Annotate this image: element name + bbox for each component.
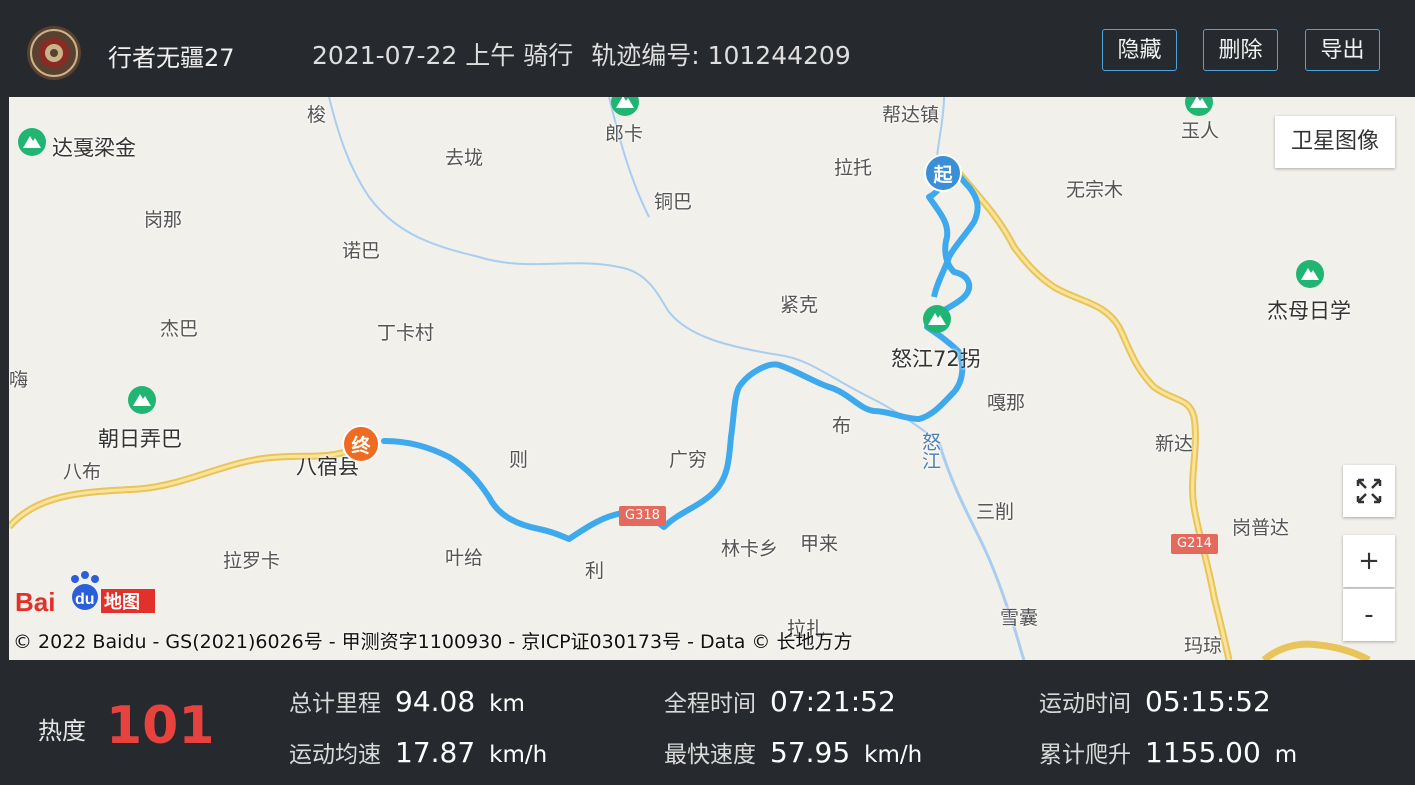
svg-text:Bai: Bai: [15, 587, 55, 617]
place-label: 达戛梁金: [52, 136, 136, 160]
stat-unit: km: [489, 691, 525, 717]
track-id: 101244209: [707, 41, 851, 70]
place-label: 八布: [63, 461, 102, 483]
stat-elevation-gain: 累计爬升 1155.00 m: [1039, 735, 1297, 769]
place-label: 岗普达: [1232, 517, 1290, 539]
zoom-out-button[interactable]: -: [1343, 589, 1395, 641]
place-label: 去垅: [445, 147, 484, 169]
place-label: 朝日弄巴: [98, 427, 182, 451]
stats-panel: 热度 101 总计里程 94.08 km 全程时间 07:21:52 运动时间 05:1…: [9, 660, 1415, 785]
place-label: 帮达镇: [882, 104, 940, 126]
stat-value: 1155.00: [1145, 736, 1261, 769]
map-copyright: © 2022 Baidu - GS(2021)6026号 - 甲测资字11009…: [13, 631, 853, 653]
place-label: 雪囊: [1000, 607, 1039, 629]
user-name[interactable]: 行者无疆27: [108, 38, 235, 73]
svg-text:du: du: [75, 591, 95, 608]
hide-button[interactable]: 隐藏: [1102, 29, 1177, 71]
track-period: 上午: [465, 41, 516, 70]
stat-unit: km/h: [489, 742, 548, 768]
stat-total-distance: 总计里程 94.08 km: [289, 684, 525, 718]
svg-text:地图: 地图: [104, 591, 140, 613]
baidu-map-logo[interactable]: Bai du 地图: [13, 567, 158, 619]
satellite-view-button[interactable]: 卫星图像: [1275, 116, 1395, 168]
river-label: 怒江: [919, 432, 941, 470]
road-badge-g214: G214: [1171, 534, 1218, 554]
place-label: 紧克: [780, 294, 819, 316]
place-label: 叶给: [445, 547, 484, 569]
place-label: 嗨: [9, 369, 29, 391]
stat-label: 运动时间: [1039, 691, 1131, 717]
place-label: 拉罗卡: [223, 550, 281, 572]
place-label: 梭: [307, 104, 327, 126]
user-avatar[interactable]: [26, 25, 82, 81]
stat-value: 05:15:52: [1145, 685, 1271, 718]
heat-label: 热度: [38, 717, 86, 745]
zoom-in-button[interactable]: +: [1343, 535, 1395, 587]
place-label: 丁卡村: [377, 322, 435, 344]
place-label: 无宗木: [1066, 179, 1124, 201]
end-marker[interactable]: 终: [342, 425, 380, 463]
mountain-poi-icon[interactable]: [1295, 259, 1325, 289]
stat-label: 运动均速: [289, 742, 381, 768]
place-label: 嘎那: [987, 392, 1026, 414]
mountain-poi-icon[interactable]: [922, 304, 952, 334]
place-label: 玉人: [1181, 120, 1220, 142]
mountain-poi-icon[interactable]: [610, 97, 640, 117]
delete-button[interactable]: 删除: [1203, 29, 1278, 71]
map-base-layer: [9, 97, 1371, 660]
place-label: 拉托: [834, 157, 873, 179]
stat-label: 全程时间: [664, 691, 756, 717]
stat-moving-time: 运动时间 05:15:52: [1039, 684, 1271, 718]
place-label: 新达: [1155, 433, 1194, 455]
mountain-poi-icon[interactable]: [127, 385, 157, 415]
activity-type: 骑行: [523, 41, 574, 70]
stat-total-time: 全程时间 07:21:52: [664, 684, 896, 718]
stat-unit: km/h: [864, 742, 923, 768]
place-label: 则: [509, 449, 529, 471]
stat-label: 累计爬升: [1039, 742, 1131, 768]
place-label: 杰母日学: [1267, 299, 1351, 323]
place-label: 诺巴: [342, 240, 381, 262]
stat-label: 总计里程: [289, 691, 381, 717]
stat-value: 17.87: [395, 736, 476, 769]
export-button[interactable]: 导出: [1305, 29, 1380, 71]
place-label: 甲来: [800, 533, 839, 555]
place-label: 铜巴: [654, 191, 693, 213]
place-label: 岗那: [144, 209, 183, 231]
mountain-poi-icon[interactable]: [1184, 97, 1214, 117]
track-id-label: 轨迹编号:: [591, 41, 700, 70]
stat-max-speed: 最快速度 57.95 km/h: [664, 735, 922, 769]
place-label: 怒江72拐: [891, 347, 981, 371]
fullscreen-icon: [1356, 478, 1382, 504]
place-label: 林卡乡: [721, 538, 779, 560]
fullscreen-button[interactable]: [1343, 465, 1395, 517]
place-label: 三削: [976, 501, 1015, 523]
track-info: 2021-07-22 上午 骑行 轨迹编号: 101244209: [312, 36, 851, 72]
place-label: 杰巴: [160, 318, 199, 340]
mountain-poi-icon[interactable]: [17, 127, 47, 157]
place-label: 广穷: [669, 449, 708, 471]
start-marker[interactable]: 起: [924, 154, 962, 192]
place-label: 布: [832, 415, 852, 437]
place-label: 郎卡: [605, 123, 644, 145]
stat-value: 94.08: [395, 685, 476, 718]
stat-label: 最快速度: [664, 742, 756, 768]
road-badge-g318: G318: [619, 506, 666, 526]
heat-value: 101: [106, 696, 215, 756]
stat-value: 57.95: [770, 736, 851, 769]
place-label: 利: [585, 560, 605, 582]
stat-avg-speed: 运动均速 17.87 km/h: [289, 735, 547, 769]
stat-unit: m: [1274, 742, 1298, 768]
stat-value: 07:21:52: [770, 685, 896, 718]
track-date: 2021-07-22: [312, 41, 458, 70]
map-view[interactable]: 梭 郎卡 帮达镇 玉人 达戛梁金 去垅 拉托 铜巴 无宗木 岗那 诺巴 杰巴 丁…: [9, 97, 1415, 660]
top-header: 行者无疆27 2021-07-22 上午 骑行 轨迹编号: 101244209 …: [0, 0, 1415, 97]
place-label: 玛琼: [1184, 635, 1223, 657]
